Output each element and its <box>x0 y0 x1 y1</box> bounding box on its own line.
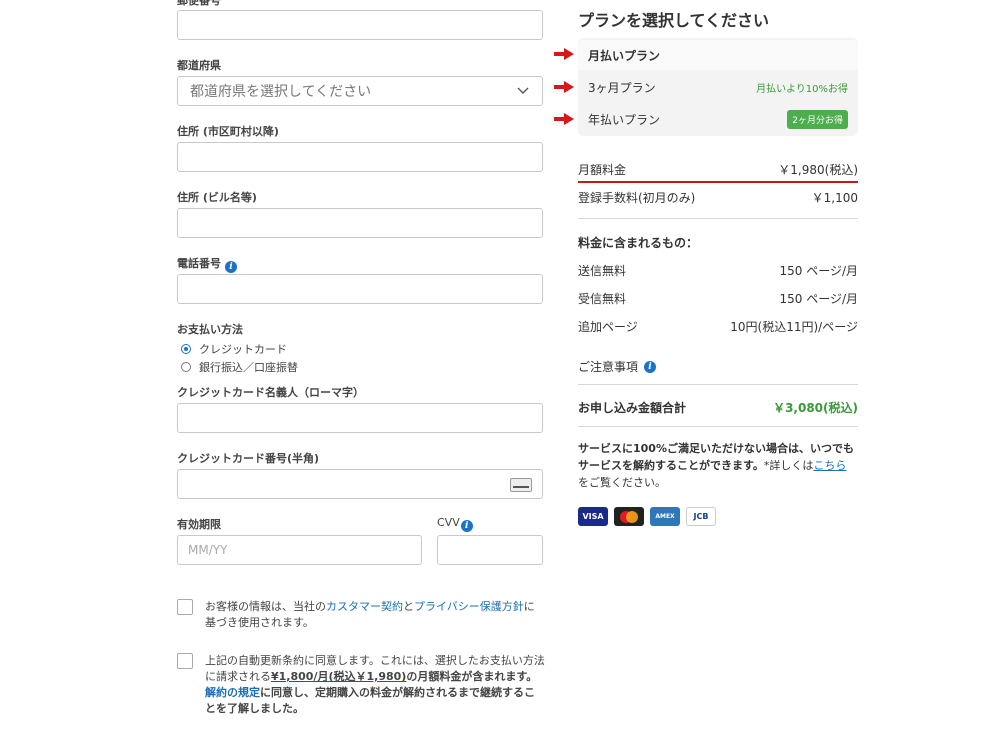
divider <box>578 384 858 385</box>
jcb-icon: JCB <box>686 507 716 526</box>
auto-renew-agree-checkbox[interactable] <box>177 653 193 669</box>
registration-fee-value: ￥1,100 <box>811 191 858 205</box>
payment-option-credit[interactable]: クレジットカード <box>181 341 287 357</box>
plan-title: プランを選択してください <box>578 11 770 30</box>
address2-input[interactable] <box>177 208 543 238</box>
phone-label: 電話番号 i <box>177 255 237 273</box>
expiry-label: 有効期限 <box>177 518 221 531</box>
payment-option-label: クレジットカード <box>199 343 287 356</box>
prefecture-label: 都道府県 <box>177 59 221 72</box>
customer-agreement-link[interactable]: カスタマー契約 <box>326 600 403 613</box>
plan-discount-badge: 2ヶ月分お得 <box>787 109 848 129</box>
satisfaction-text: をご覧ください。 <box>578 476 666 489</box>
radio-button[interactable] <box>181 362 191 372</box>
divider <box>578 426 858 427</box>
monthly-fee-value: ￥1,980(税込) <box>778 163 858 177</box>
agree-text: の月額料金が含まれます。 <box>406 670 538 683</box>
agree-text: お客様の情報は、当社の <box>205 600 326 613</box>
highlight-underline <box>578 181 858 183</box>
agree-text: と <box>403 600 414 613</box>
expiry-placeholder: MM/YY <box>188 543 228 557</box>
monthly-fee-label: 月額料金 <box>578 163 627 177</box>
payment-option-label: 銀行振込／口座振替 <box>199 361 298 374</box>
includes-title: 料金に含まれるもの： <box>578 236 699 250</box>
includes-label: 送信無料 <box>578 264 627 278</box>
address2-label: 住所 (ビル名等) <box>177 191 257 204</box>
cvv-label: CVV i <box>437 516 473 532</box>
auto-renew-agree-text: 上記の自動更新条約に同意します。これには、選択したお支払い方法に請求される¥1,… <box>205 653 545 717</box>
divider <box>578 218 858 219</box>
radio-button[interactable] <box>181 344 191 354</box>
red-arrow-icon <box>554 81 574 93</box>
plan-option-yearly[interactable]: 年払いプラン 2ヶ月分お得 <box>578 104 858 134</box>
total-label: お申し込み金額合計 <box>578 401 687 415</box>
privacy-policy-link[interactable]: プライバシー保護方針 <box>414 600 524 613</box>
plan-option-label: 月払いプラン <box>588 48 661 63</box>
card-name-input[interactable] <box>177 403 543 433</box>
address1-label: 住所 (市区町村以降) <box>177 125 279 138</box>
plan-option-monthly[interactable]: 月払いプラン <box>578 40 858 70</box>
cancellation-policy-link[interactable]: 解約の規定 <box>205 686 260 699</box>
amex-icon: AMEX <box>650 507 680 526</box>
price-text: ¥1,800/月(税込￥1,980) <box>271 670 407 683</box>
card-brand-list: VISA AMEX JCB <box>578 507 716 526</box>
info-icon[interactable]: i <box>460 520 473 532</box>
notes-row[interactable]: ご注意事項 i <box>578 358 858 375</box>
plan-option-label: 3ヶ月プラン <box>588 80 656 95</box>
postal-code-input[interactable] <box>177 10 543 40</box>
monthly-fee-row: 月額料金 ￥1,980(税込) <box>578 161 858 178</box>
card-number-input[interactable] <box>177 469 543 499</box>
cvv-label-text: CVV <box>437 516 460 529</box>
postal-code-label: 郵便番号 <box>177 0 221 7</box>
card-number-label: クレジットカード番号(半角) <box>177 452 320 465</box>
plan-option-3month[interactable]: 3ヶ月プラン 月払いより10%お得 <box>578 72 858 102</box>
prefecture-select[interactable]: 都道府県を選択してください <box>177 76 543 106</box>
details-link[interactable]: こちら <box>813 459 846 472</box>
includes-value: 10円(税込11円)/ページ <box>730 320 858 334</box>
satisfaction-text: *詳しくは <box>763 459 814 472</box>
prefecture-select-value: 都道府県を選択してください <box>190 84 372 100</box>
phone-label-text: 電話番号 <box>177 257 221 270</box>
payment-option-bank[interactable]: 銀行振込／口座振替 <box>181 359 298 375</box>
phone-input[interactable] <box>177 274 543 304</box>
cvv-input[interactable] <box>437 535 543 565</box>
privacy-agree-checkbox[interactable] <box>177 599 193 615</box>
plan-option-label: 年払いプラン <box>588 112 661 127</box>
includes-value: 150 ページ/月 <box>779 292 858 306</box>
total-row: お申し込み金額合計 ￥3,080(税込) <box>578 399 858 416</box>
satisfaction-note: サービスに100%ご満足いただけない場合は、いつでもサービスを解約することができ… <box>578 440 860 491</box>
expiry-input[interactable]: MM/YY <box>177 535 422 565</box>
mastercard-icon <box>614 507 644 526</box>
red-arrow-icon <box>554 113 574 125</box>
address1-input[interactable] <box>177 142 543 172</box>
includes-row: 受信無料 150 ページ/月 <box>578 290 858 307</box>
chevron-down-icon <box>517 87 529 94</box>
info-icon[interactable]: i <box>225 261 237 273</box>
includes-value: 150 ページ/月 <box>779 264 858 278</box>
total-value: ￥3,080(税込) <box>773 401 858 415</box>
includes-label: 受信無料 <box>578 292 627 306</box>
red-arrow-icon <box>554 48 574 60</box>
notes-label: ご注意事項 <box>578 360 639 374</box>
credit-card-icon <box>510 478 532 492</box>
info-icon[interactable]: i <box>644 361 657 373</box>
payment-method-label: お支払い方法 <box>177 323 243 336</box>
includes-row: 送信無料 150 ページ/月 <box>578 262 858 279</box>
visa-icon: VISA <box>578 507 608 526</box>
registration-fee-row: 登録手数料(初月のみ) ￥1,100 <box>578 189 858 206</box>
registration-fee-label: 登録手数料(初月のみ) <box>578 191 696 205</box>
plan-discount-note: 月払いより10%お得 <box>756 83 848 95</box>
card-name-label: クレジットカード名義人（ローマ字） <box>177 386 364 399</box>
includes-row: 追加ページ 10円(税込11円)/ページ <box>578 318 858 335</box>
includes-label: 追加ページ <box>578 320 638 334</box>
plan-options: 月払いプラン 3ヶ月プラン 月払いより10%お得 年払いプラン 2ヶ月分お得 <box>578 38 858 136</box>
privacy-agree-text: お客様の情報は、当社のカスタマー契約とプライバシー保護方針に基づき使用されます。 <box>205 599 545 631</box>
